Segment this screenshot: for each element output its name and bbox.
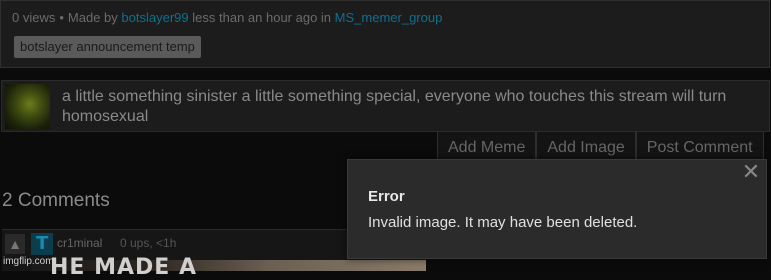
- time-label: less than an hour ago in: [192, 10, 332, 25]
- made-by-label: Made by: [67, 10, 118, 25]
- stream-link[interactable]: MS_memer_group: [335, 10, 443, 25]
- comment-username[interactable]: cr1minal: [57, 236, 102, 250]
- thumbnail-image[interactable]: [5, 84, 50, 129]
- error-title: Error: [368, 188, 405, 205]
- add-image-button[interactable]: Add Image: [536, 132, 636, 162]
- avatar-letter: T: [36, 233, 49, 254]
- separator-dot: •: [59, 10, 64, 25]
- close-icon[interactable]: ✕: [741, 162, 761, 184]
- caption-text: a little something sinister a little som…: [62, 88, 727, 125]
- add-meme-button[interactable]: Add Meme: [437, 132, 537, 162]
- tag-chip[interactable]: botslayer announcement temp: [14, 36, 201, 58]
- view-count: 0 views: [12, 10, 56, 25]
- comment-image-text: HE MADE A: [50, 255, 197, 280]
- post-comment-button[interactable]: Post Comment: [635, 132, 764, 162]
- caption-panel: a little something sinister a little som…: [1, 80, 770, 132]
- avatar[interactable]: T: [31, 233, 53, 255]
- imgflip-watermark: imgflip.com: [3, 256, 54, 267]
- meta-line: 0 views • Made by botslayer99 less than an…: [12, 10, 442, 25]
- comments-heading: 2 Comments: [2, 190, 110, 211]
- upvote-arrow-icon[interactable]: ▲: [5, 234, 25, 254]
- comment-ups-time: 0 ups, <1h: [120, 236, 177, 250]
- error-message: Invalid image. It may have been deleted.: [368, 214, 638, 231]
- image-meta-panel: 0 views • Made by botslayer99 less than an…: [0, 0, 770, 68]
- action-tabs: Add Meme Add Image Post Comment: [437, 132, 764, 162]
- error-dialog: ✕ Error Invalid image. It may have been …: [347, 159, 767, 259]
- author-link[interactable]: botslayer99: [121, 10, 188, 25]
